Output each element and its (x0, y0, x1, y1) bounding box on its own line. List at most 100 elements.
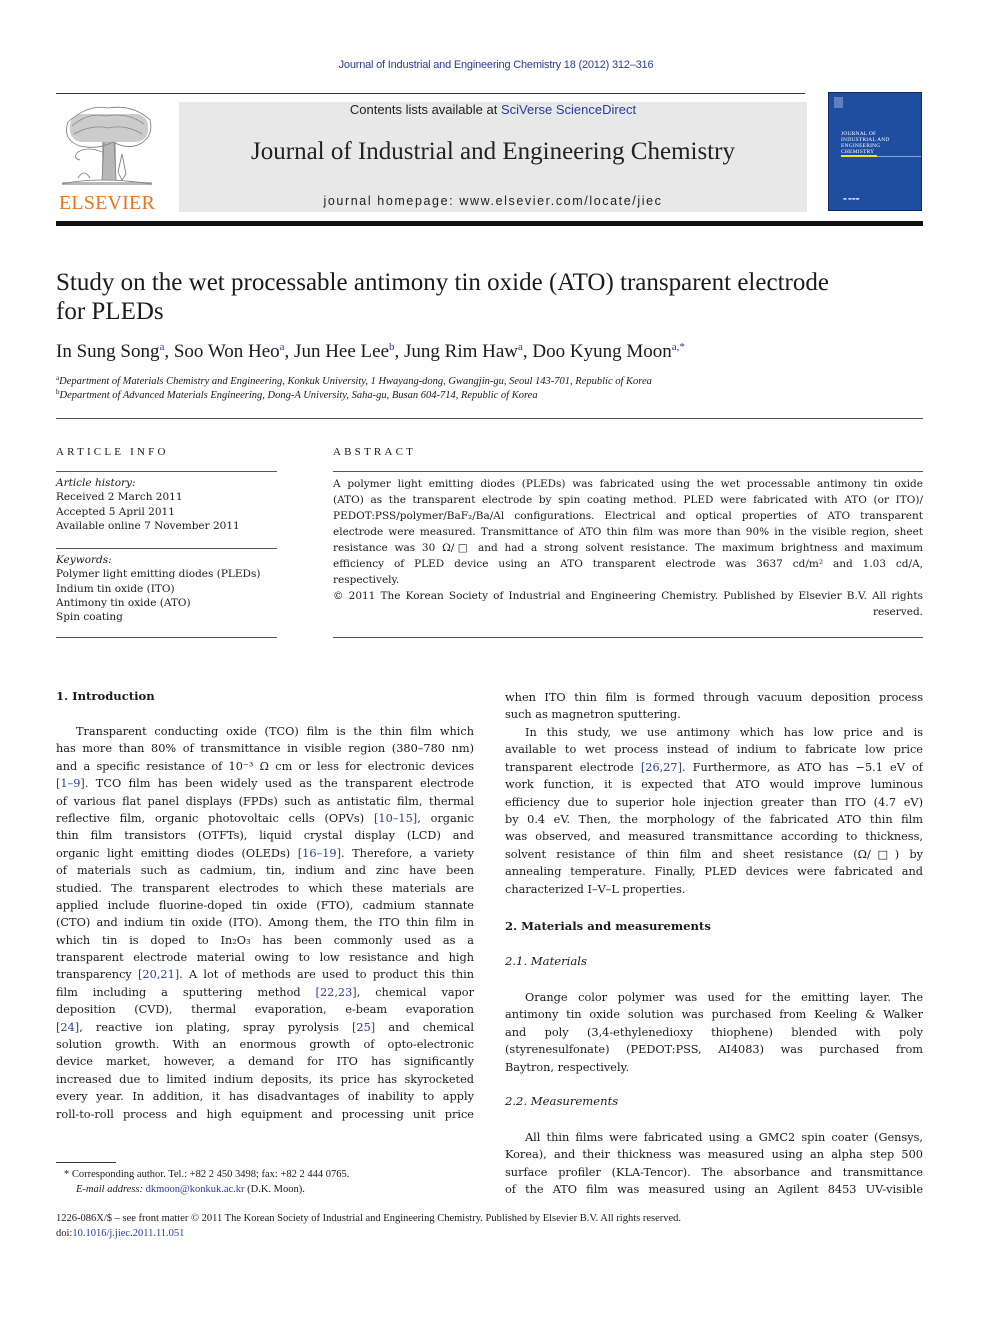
text-line: solvent resistance of thin film and shee… (505, 847, 923, 861)
keywords: Keywords: Polymer light emitting diodes … (56, 553, 277, 624)
divider (333, 471, 923, 472)
citation-link[interactable]: [20,21] (138, 968, 179, 981)
text-line: increased due to limited indium deposits… (56, 1072, 474, 1086)
abstract-line: PEDOT:PSS/polymer/BaF₂/Ba/Al configurati… (333, 510, 923, 522)
text-line: reflective film, organic photovoltaic ce… (56, 811, 474, 825)
divider (56, 637, 277, 638)
text-line: antimony tin oxide solution was purchase… (505, 1008, 923, 1022)
text-line: transparent electrode material owing to … (56, 951, 474, 965)
abstract-heading: ABSTRACT (333, 446, 417, 458)
journal-name: Journal of Industrial and Engineering Ch… (251, 138, 735, 165)
text-line: was observed, and measured transmittance… (505, 830, 923, 844)
text-line: which tin is doped to In₂O₃ has been com… (56, 933, 474, 947)
email-suffix: (D.K. Moon). (244, 1183, 305, 1195)
author-affiliation-link[interactable]: a,* (672, 341, 685, 353)
introduction-continued: when ITO thin film is formed through vac… (505, 689, 923, 724)
sciencedirect-link[interactable]: SciVerse ScienceDirect (501, 102, 636, 117)
cover-title: JOURNAL OF INDUSTRIAL AND ENGINEERING CH… (841, 131, 890, 155)
text-line: annealing temperature. Finally, PLED dev… (505, 865, 923, 879)
abstract-body: A polymer light emitting diodes (PLEDs) … (333, 476, 923, 620)
title-line: for PLEDs (56, 298, 164, 325)
text-line: available to wet process instead of indi… (505, 743, 923, 757)
text-line: In this study, we use antimony which has… (525, 726, 923, 739)
author-affiliation-link[interactable]: b (389, 341, 395, 353)
contents-prefix: Contents lists available at (349, 102, 501, 117)
author-name: Soo Won Heo (173, 341, 280, 362)
cover-accent-bar (841, 155, 877, 157)
citation-link[interactable]: [24] (56, 1021, 79, 1034)
homepage-link[interactable]: www.elsevier.com/locate/jiec (459, 194, 662, 208)
running-head[interactable]: Journal of Industrial and Engineering Ch… (0, 59, 992, 71)
author-affiliation-link[interactable]: a (518, 341, 523, 353)
citation-link[interactable]: [1–9] (56, 777, 85, 790)
article-info-heading: ARTICLE INFO (56, 446, 169, 458)
abstract-copyright: reserved. (872, 606, 923, 618)
text-line: Orange color polymer was used for the em… (525, 991, 923, 1004)
keyword: Antimony tin oxide (ATO) (56, 596, 191, 609)
author-affiliation-link[interactable]: a (280, 341, 285, 353)
abstract-line: A polymer light emitting diodes (PLEDs) … (333, 478, 923, 490)
text-line: every year. In addition, it has disadvan… (56, 1090, 474, 1104)
text-line: of the ATO film was measured using an Ag… (505, 1183, 923, 1197)
text-line: Baytron, respectively. (505, 1060, 630, 1074)
keyword: Indium tin oxide (ITO) (56, 582, 175, 595)
elsevier-tree-icon (61, 106, 153, 185)
corresponding-author-footnote: * Corresponding author. Tel.: +82 2 450 … (56, 1168, 496, 1197)
text-line: device market, however, a demand for ITO… (56, 1055, 474, 1069)
text-line: such as magnetron sputtering. (505, 708, 681, 722)
text-line: by 0.4 eV. Then, the morphology of the f… (505, 812, 923, 826)
text-line: transparent electrode [26,27]. Furthermo… (505, 760, 923, 774)
text-line: (CTO) and indium tin oxide (ITO). Among … (56, 916, 474, 930)
citation-link[interactable]: [22,23] (316, 986, 357, 999)
accepted-date: Accepted 5 April 2011 (56, 505, 175, 518)
front-matter-info: 1226-086X/$ – see front matter © 2011 Th… (56, 1212, 916, 1241)
email-link[interactable]: dkmoon@konkuk.ac.kr (146, 1184, 245, 1195)
citation-link[interactable]: [16–19] (298, 847, 341, 860)
section-heading-introduction: 1. Introduction (56, 689, 155, 703)
homepage-prefix: journal homepage: (323, 194, 460, 208)
masthead-thick-rule (56, 221, 923, 226)
divider (333, 637, 923, 638)
citation-link[interactable]: [25] (352, 1021, 375, 1034)
citation-link[interactable]: [26,27] (641, 761, 682, 774)
abstract-line: efficiency of PLED device using an ATO t… (333, 558, 923, 570)
text-line: All thin films were fabricated using a G… (525, 1131, 923, 1144)
keyword: Polymer light emitting diodes (PLEDs) (56, 568, 261, 581)
text-line: Korea), and their thickness was measured… (505, 1148, 923, 1162)
citation-link[interactable]: [10–15] (374, 812, 417, 825)
article-history: Article history: Received 2 March 2011 A… (56, 476, 277, 533)
author-affiliation-link[interactable]: a (159, 341, 164, 353)
doi-prefix: doi: (56, 1227, 73, 1239)
divider (56, 471, 277, 472)
text-line: solution growth. With an enormous growth… (56, 1038, 474, 1052)
history-label: Article history: (56, 477, 136, 489)
article-title: Study on the wet processable antimony ti… (56, 268, 926, 326)
introduction-text: Transparent conducting oxide (TCO) film … (56, 723, 474, 1123)
abstract-line: resistance was 30 Ω/□ and had a strong s… (333, 542, 923, 554)
keywords-label: Keywords: (56, 554, 112, 566)
text-line: surface profiler (KLA-Tencor). The absor… (505, 1165, 923, 1179)
text-line: film including a sputtering method [22,2… (56, 985, 474, 999)
journal-homepage: journal homepage: www.elsevier.com/locat… (179, 194, 807, 208)
divider (56, 548, 277, 549)
contents-line: Contents lists available at SciVerse Sci… (179, 102, 807, 117)
keyword: Spin coating (56, 611, 123, 624)
corresponding-author-text: Corresponding author. Tel.: +82 2 450 34… (71, 1169, 350, 1180)
author-name: In Sung Song (56, 341, 160, 362)
text-line: and poly (3,4-ethylenedioxy thiophene) b… (505, 1025, 923, 1039)
journal-masthead: Contents lists available at SciVerse Sci… (179, 102, 807, 212)
elsevier-logo[interactable]: ELSEVIER (56, 102, 158, 214)
doi-link[interactable]: 10.1016/j.jiec.2011.11.051 (72, 1228, 184, 1239)
text-line: deposition (CVD), thermal evaporation, e… (56, 1003, 474, 1017)
journal-cover-thumbnail[interactable]: JOURNAL OF INDUSTRIAL AND ENGINEERING CH… (828, 92, 922, 211)
text-line: Transparent conducting oxide (TCO) film … (76, 725, 474, 738)
text-line: of materials such as cadmium, tin, indiu… (56, 864, 474, 878)
text-line: thin film transistors (OTFTs), liquid cr… (56, 829, 474, 843)
received-date: Received 2 March 2011 (56, 491, 183, 504)
text-line: work function, it is expected that ATO w… (505, 778, 923, 792)
text-line: [1–9]. TCO film has been widely used as … (56, 777, 474, 791)
cover-society-logo-icon: ▬ ▬▬▬ (843, 196, 860, 201)
title-line: Study on the wet processable antimony ti… (56, 269, 829, 296)
abstract-line: respectively. (333, 574, 400, 586)
text-line: transparency [20,21]. A lot of methods a… (56, 968, 474, 982)
